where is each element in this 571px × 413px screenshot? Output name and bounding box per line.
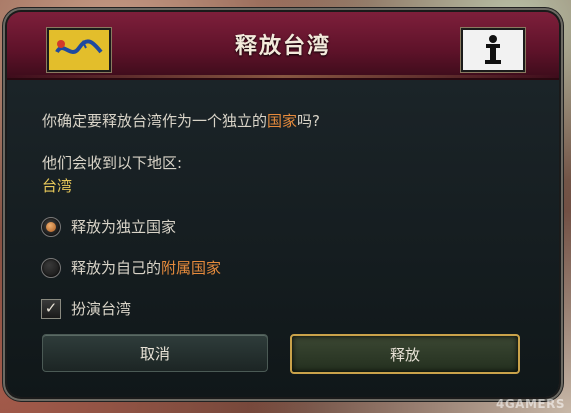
release-button[interactable]: 释放 — [290, 334, 520, 374]
watermark-logo: 4GAMERS — [495, 397, 565, 411]
dialog-header: 释放台湾 — [7, 12, 559, 80]
taiwan-flag-icon — [461, 28, 525, 72]
confirm-question: 你确定要释放台湾作为一个独立的国家吗? — [42, 110, 320, 131]
vassal-link[interactable]: 附属国家 — [161, 259, 221, 277]
country-link[interactable]: 国家 — [267, 112, 297, 130]
play-as-label: 扮演台湾 — [71, 300, 132, 318]
receive-label: 他们会收到以下地区: — [42, 154, 183, 172]
play-as-checkbox-row[interactable]: ✓ 扮演台湾 — [41, 298, 131, 319]
checkmark-icon[interactable]: ✓ — [41, 298, 61, 319]
option-vassal-label: 释放为自己的附属国家 — [71, 259, 222, 277]
region-name: 台湾 — [42, 177, 73, 195]
emblem-icon — [463, 30, 523, 70]
option-independent[interactable]: 释放为独立国家 — [41, 216, 176, 237]
option-vassal[interactable]: 释放为自己的附属国家 — [41, 257, 221, 278]
radio-selected-icon[interactable] — [41, 216, 61, 237]
question-suffix: 吗? — [297, 112, 320, 130]
cancel-button[interactable]: 取消 — [42, 334, 268, 372]
question-text: 你确定要释放台湾作为一个独立的 — [42, 112, 268, 130]
option-independent-label: 释放为独立国家 — [71, 218, 177, 236]
radio-unselected-icon[interactable] — [41, 257, 61, 278]
